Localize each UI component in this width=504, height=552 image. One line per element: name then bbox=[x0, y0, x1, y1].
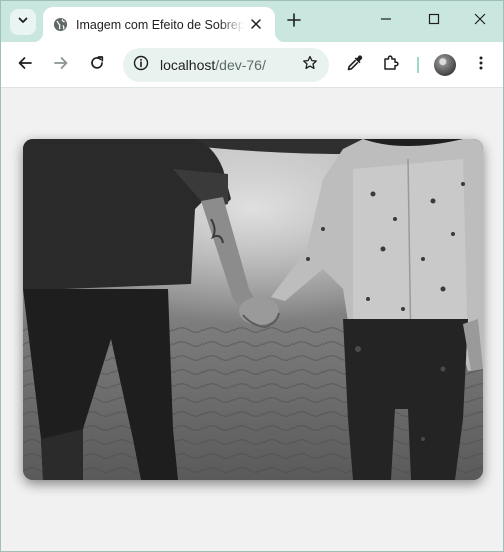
chevron-down-icon bbox=[17, 13, 29, 31]
plus-icon bbox=[287, 12, 301, 32]
bookmark-button[interactable] bbox=[299, 54, 321, 76]
extensions-button[interactable] bbox=[376, 50, 406, 80]
star-icon bbox=[302, 55, 318, 76]
avatar[interactable] bbox=[434, 54, 456, 76]
close-tab-button[interactable] bbox=[247, 16, 265, 34]
globe-icon bbox=[52, 17, 68, 33]
eyedropper-icon bbox=[346, 54, 364, 77]
menu-button[interactable] bbox=[466, 50, 496, 80]
close-window-button[interactable] bbox=[465, 7, 495, 35]
reload-button[interactable] bbox=[82, 50, 112, 80]
maximize-icon bbox=[428, 12, 440, 30]
eyedropper-button[interactable] bbox=[340, 50, 370, 80]
kebab-menu-icon bbox=[473, 55, 489, 76]
photo-holding-hands bbox=[23, 139, 483, 480]
arrow-left-icon bbox=[17, 55, 33, 76]
toolbar-divider bbox=[417, 57, 419, 73]
url-text[interactable]: localhost/dev-76/ bbox=[160, 57, 266, 73]
tab-strip: Imagem com Efeito de Sobreposição bbox=[1, 1, 503, 42]
toolbar: localhost/dev-76/ bbox=[1, 42, 503, 88]
overlay-image[interactable] bbox=[23, 139, 483, 480]
minimize-icon bbox=[380, 12, 392, 30]
new-tab-button[interactable] bbox=[283, 11, 305, 33]
tab-active[interactable]: Imagem com Efeito de Sobreposição bbox=[33, 7, 285, 42]
reload-icon bbox=[89, 55, 105, 76]
address-bar[interactable]: localhost/dev-76/ bbox=[123, 48, 329, 82]
info-icon bbox=[133, 55, 149, 76]
puzzle-icon bbox=[382, 54, 400, 77]
back-button[interactable] bbox=[10, 50, 40, 80]
close-icon bbox=[251, 16, 261, 34]
arrow-right-icon bbox=[53, 55, 69, 76]
close-icon bbox=[474, 12, 486, 30]
tab-title: Imagem com Efeito de Sobreposição bbox=[76, 17, 244, 32]
url-path: /dev-76/ bbox=[215, 57, 266, 73]
browser-window: Imagem com Efeito de Sobreposição bbox=[0, 0, 504, 552]
forward-button[interactable] bbox=[46, 50, 76, 80]
site-info-button[interactable] bbox=[129, 53, 153, 77]
minimize-button[interactable] bbox=[371, 7, 401, 35]
maximize-button[interactable] bbox=[419, 7, 449, 35]
url-host: localhost bbox=[160, 57, 216, 73]
page-content bbox=[1, 88, 503, 551]
